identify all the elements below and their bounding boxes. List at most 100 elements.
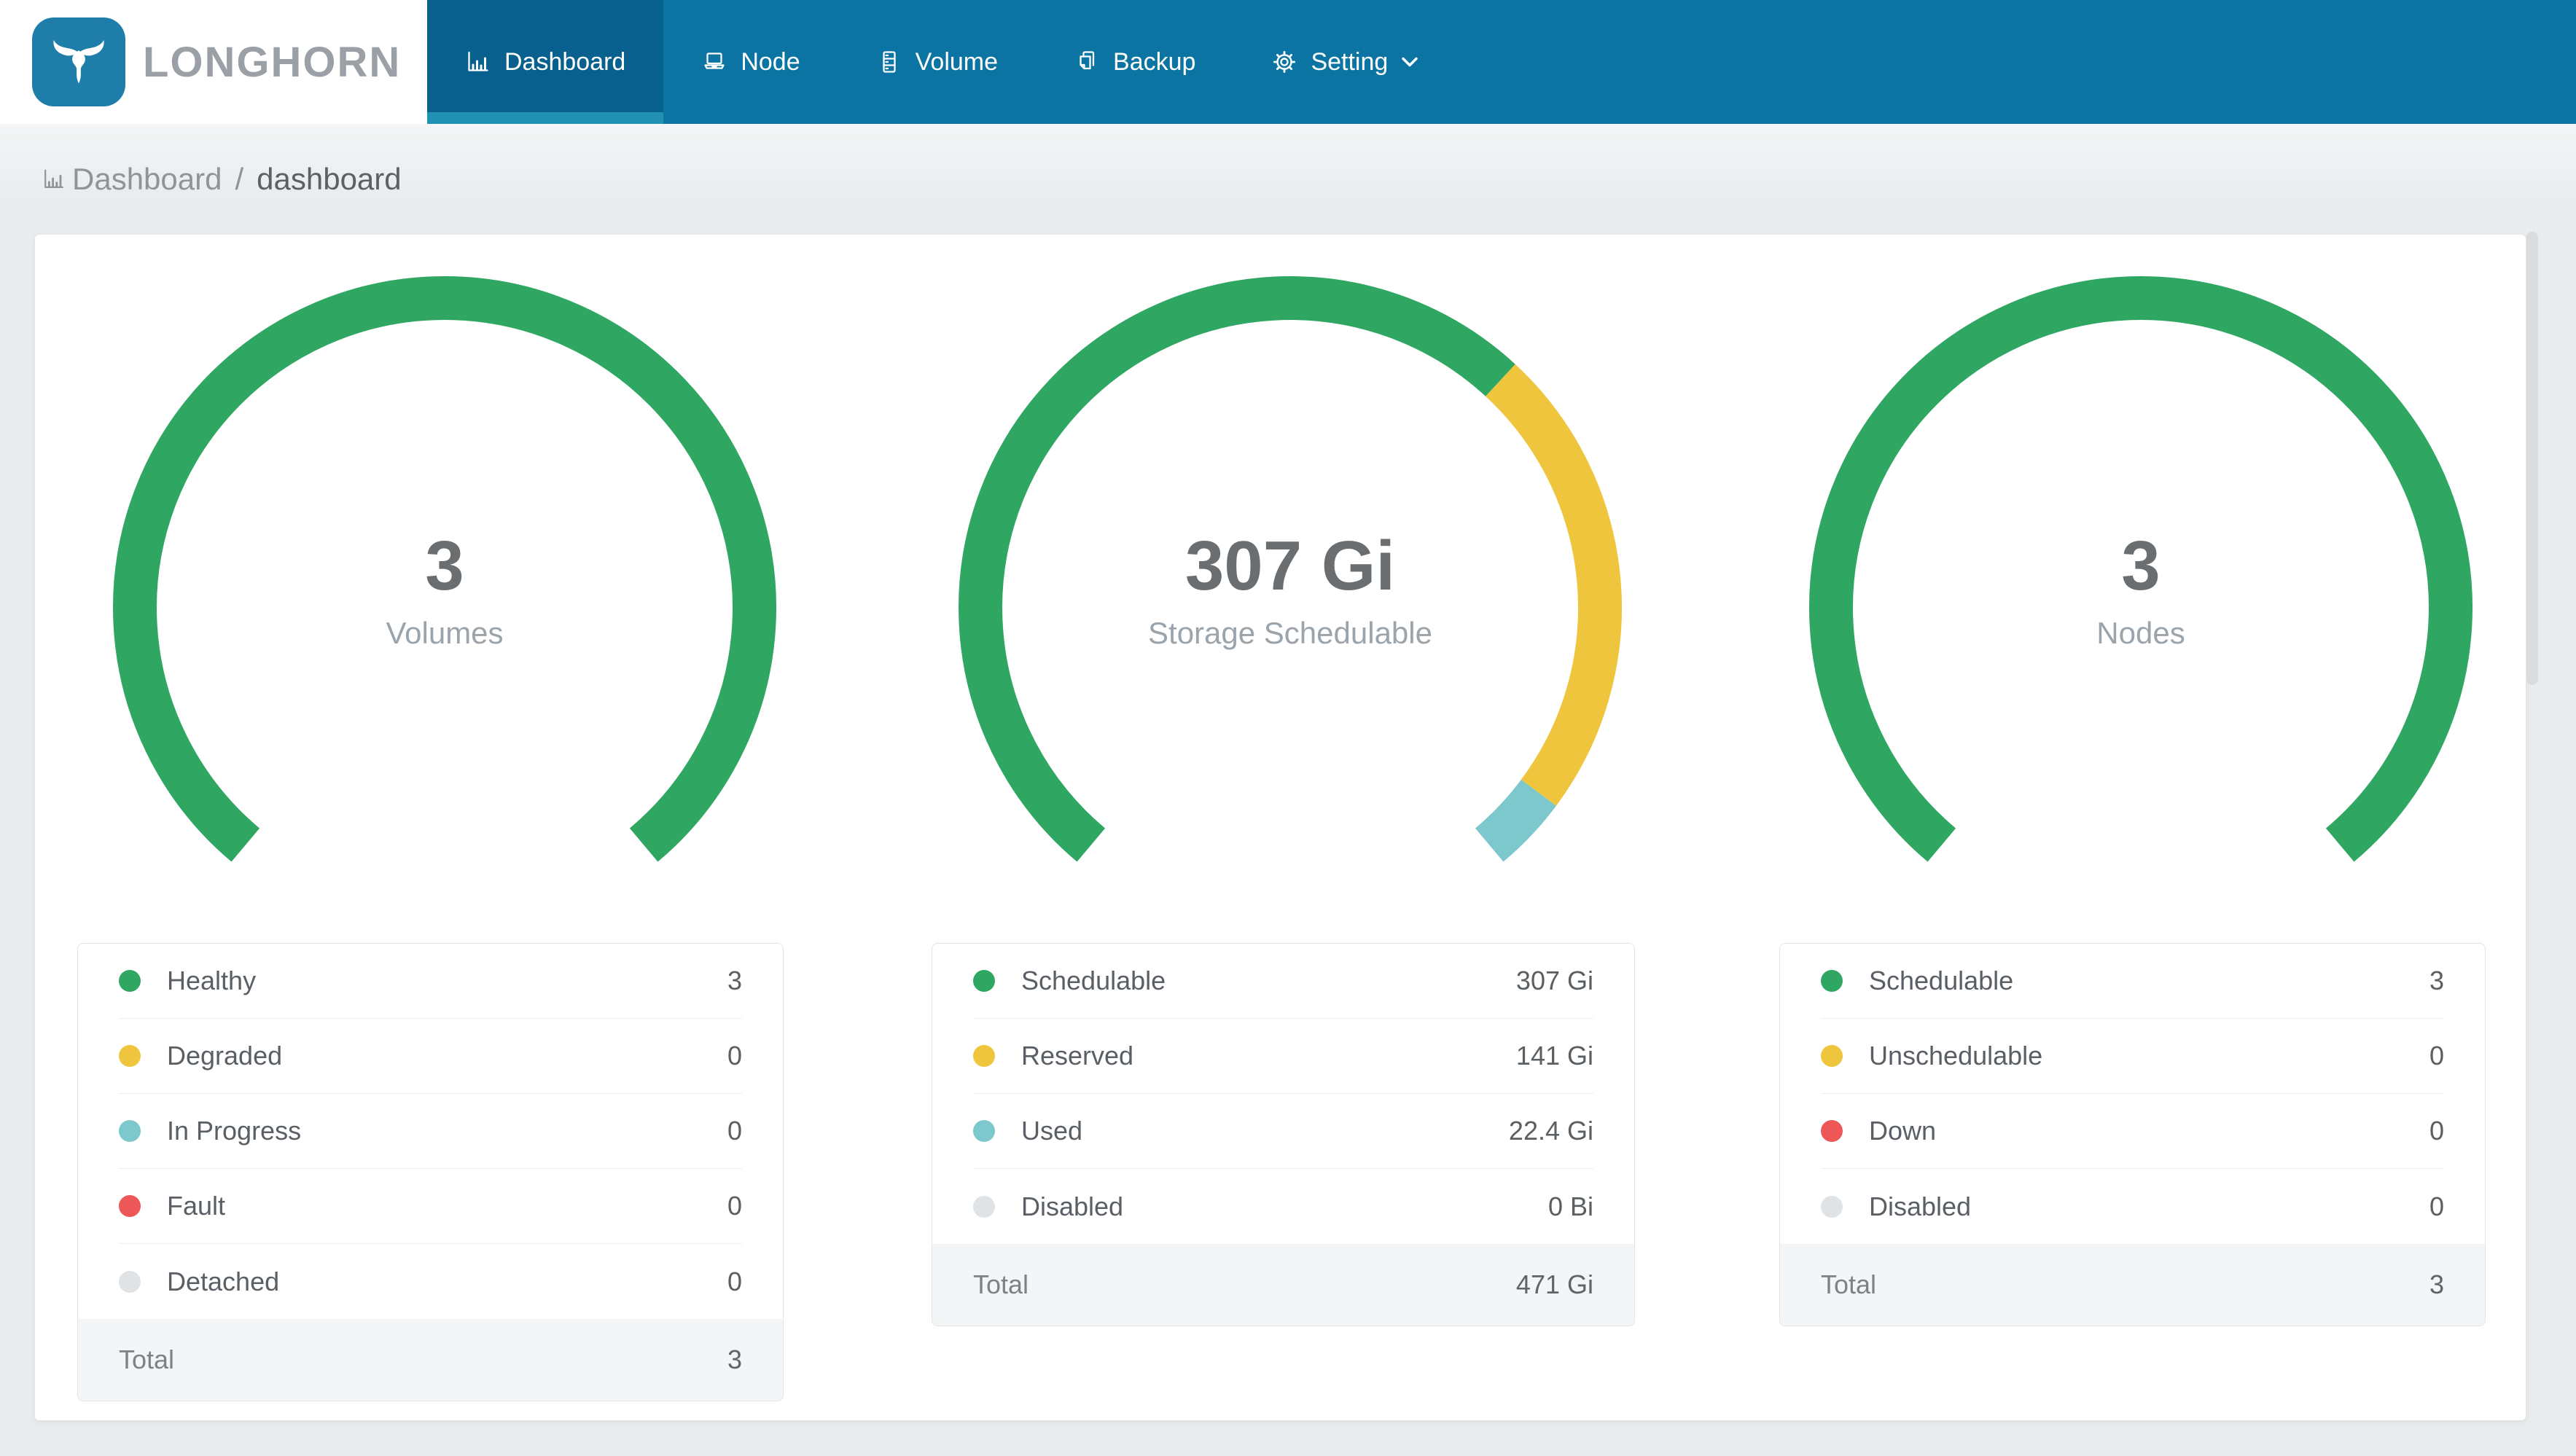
- laptop-icon: [701, 49, 727, 75]
- legend-value: 0: [727, 1191, 742, 1221]
- detached-status-dot: [119, 1270, 141, 1293]
- total-value: 471 Gi: [1515, 1269, 1593, 1299]
- legend-value: 0 Bi: [1547, 1191, 1593, 1221]
- legend-value: 0: [2429, 1191, 2444, 1221]
- legend-value: 0: [2429, 1116, 2444, 1146]
- gauge-segment-used: [1475, 779, 1556, 862]
- in-progress-status-dot: [119, 1120, 141, 1142]
- legend-value: 0: [727, 1041, 742, 1071]
- legend-label: Detached: [167, 1266, 280, 1296]
- nodes-legend: Schedulable 3 Unschedulable 0 Down 0 Dis…: [1779, 943, 2486, 1326]
- storage-total-row: Total 471 Gi: [932, 1244, 1634, 1326]
- healthy-status-dot: [119, 970, 141, 992]
- dashboard-card: 3 Volumes 307 Gi Storage Schedulable 3 N…: [35, 235, 2526, 1420]
- legend-row-down: Down 0: [1821, 1094, 2444, 1169]
- nav-label: Dashboard: [504, 47, 626, 76]
- nav-label: Node: [741, 47, 800, 76]
- nav-label: Backup: [1113, 47, 1196, 76]
- longhorn-app: LONGHORN Dashboard Node Volume Backup Se…: [0, 0, 2576, 1456]
- legend-label: Schedulable: [1021, 966, 1166, 995]
- server-icon: [876, 49, 902, 75]
- breadcrumb-current-page: dashboard: [257, 162, 402, 196]
- brand-name: LONGHORN: [143, 38, 402, 86]
- volumes-legend: Healthy 3 Degraded 0 In Progress 0 Fault…: [77, 943, 784, 1401]
- volumes-gauge-center: 3 Volumes: [153, 526, 736, 650]
- nav-dashboard[interactable]: Dashboard: [427, 0, 664, 124]
- legend-label: Schedulable: [1869, 966, 2014, 995]
- breadcrumb: Dashboard / dashboard: [0, 124, 2576, 235]
- legend-row-healthy: Healthy 3: [119, 944, 742, 1019]
- legend-label: Down: [1869, 1116, 1937, 1146]
- nav-node[interactable]: Node: [663, 0, 838, 124]
- volumes-total-row: Total 3: [78, 1319, 783, 1401]
- storage-legend: Schedulable 307 Gi Reserved 141 Gi Used …: [932, 943, 1635, 1326]
- reserved-status-dot: [973, 1045, 995, 1067]
- fault-status-dot: [119, 1195, 141, 1217]
- total-value: 3: [727, 1345, 742, 1374]
- chevron-down-icon: [1401, 55, 1418, 69]
- breadcrumb-separator: /: [235, 162, 244, 196]
- brand[interactable]: LONGHORN: [0, 0, 427, 124]
- legend-row-used: Used 22.4 Gi: [973, 1094, 1593, 1169]
- legend-row-unschedulable: Unschedulable 0: [1821, 1019, 2444, 1094]
- degraded-status-dot: [119, 1045, 141, 1067]
- nav-label: Volume: [915, 47, 999, 76]
- bar-chart-icon: [42, 167, 66, 192]
- legend-row-disabled: Disabled 0: [1821, 1169, 2444, 1244]
- nav-label: Setting: [1311, 47, 1389, 76]
- gear-icon: [1271, 49, 1297, 75]
- nav-backup[interactable]: Backup: [1036, 0, 1233, 124]
- bar-chart-icon: [465, 49, 491, 75]
- legend-value: 22.4 Gi: [1508, 1116, 1593, 1146]
- nodes-count: 3: [2121, 527, 2161, 605]
- breadcrumb-section-link[interactable]: Dashboard: [72, 162, 222, 197]
- nav-setting[interactable]: Setting: [1233, 0, 1456, 124]
- disabled-status-dot: [1821, 1195, 1843, 1218]
- down-status-dot: [1821, 1120, 1843, 1142]
- legend-value: 0: [727, 1266, 742, 1296]
- legend-label: Healthy: [167, 966, 257, 995]
- legend-value: 0: [2429, 1041, 2444, 1071]
- legend-row-reserved: Reserved 141 Gi: [973, 1019, 1593, 1094]
- copy-icon: [1074, 49, 1100, 75]
- total-label: Total: [973, 1269, 1029, 1299]
- legend-label: Fault: [167, 1191, 226, 1221]
- legend-label: Unschedulable: [1869, 1041, 2043, 1071]
- main-nav: Dashboard Node Volume Backup Setting: [427, 0, 2576, 124]
- legend-row-detached: Detached 0: [119, 1244, 742, 1319]
- scrollbar-thumb[interactable]: [2526, 232, 2538, 685]
- storage-schedulable-amount: 307 Gi: [1184, 527, 1396, 605]
- total-label: Total: [119, 1345, 175, 1374]
- legend-value: 141 Gi: [1515, 1041, 1593, 1071]
- legend-row-disabled: Disabled 0 Bi: [973, 1169, 1593, 1244]
- nodes-total-row: Total 3: [1780, 1244, 2485, 1326]
- volumes-count: 3: [425, 527, 464, 605]
- used-status-dot: [973, 1120, 995, 1142]
- legend-row-schedulable: Schedulable 3: [1821, 944, 2444, 1019]
- legend-label: Reserved: [1021, 1041, 1134, 1071]
- nav-volume[interactable]: Volume: [838, 0, 1036, 124]
- unschedulable-status-dot: [1821, 1045, 1843, 1067]
- legend-row-in-progress: In Progress 0: [119, 1094, 742, 1169]
- schedulable-status-dot: [973, 970, 995, 992]
- legend-row-fault: Fault 0: [119, 1169, 742, 1244]
- volumes-caption: Volumes: [386, 616, 504, 650]
- legend-row-schedulable: Schedulable 307 Gi: [973, 944, 1593, 1019]
- disabled-status-dot: [973, 1195, 995, 1218]
- schedulable-status-dot: [1821, 970, 1843, 992]
- storage-caption: Storage Schedulable: [1148, 616, 1432, 650]
- storage-gauge-center: 307 Gi Storage Schedulable: [999, 526, 1582, 650]
- legend-label: Used: [1021, 1116, 1083, 1146]
- legend-value: 3: [2429, 966, 2444, 995]
- legend-value: 307 Gi: [1515, 966, 1593, 995]
- nodes-caption: Nodes: [2096, 616, 2185, 650]
- top-nav: LONGHORN Dashboard Node Volume Backup Se…: [0, 0, 2576, 124]
- legend-label: In Progress: [167, 1116, 302, 1146]
- total-value: 3: [2429, 1269, 2444, 1299]
- nodes-gauge-center: 3 Nodes: [1849, 526, 2432, 650]
- longhorn-logo-icon: [32, 17, 125, 106]
- legend-value: 3: [727, 966, 742, 995]
- total-label: Total: [1821, 1269, 1877, 1299]
- legend-label: Degraded: [167, 1041, 283, 1071]
- legend-value: 0: [727, 1116, 742, 1146]
